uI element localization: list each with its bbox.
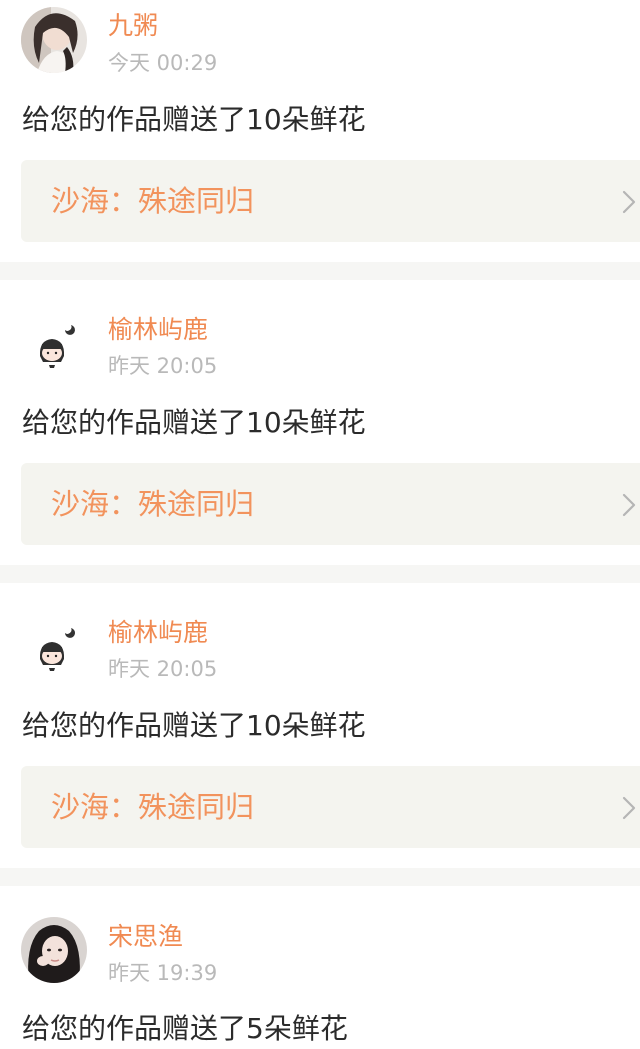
avatar[interactable]: [21, 615, 87, 681]
item-divider: [0, 262, 640, 280]
timestamp: 今天 00:29: [108, 51, 218, 75]
photo-avatar-icon: [21, 7, 87, 73]
username[interactable]: 榆林屿鹿: [108, 315, 208, 345]
chevron-right-icon: [622, 190, 636, 214]
timestamp: 昨天 20:05: [108, 657, 218, 681]
chevron-right-icon: [622, 796, 636, 820]
timestamp: 昨天 19:39: [108, 961, 218, 985]
avatar[interactable]: [21, 7, 87, 73]
work-link-card[interactable]: 沙海：殊途同归: [21, 766, 640, 848]
work-title: 沙海：殊途同归: [51, 487, 255, 521]
avatar[interactable]: [21, 917, 87, 983]
work-title: 沙海：殊途同归: [51, 790, 255, 824]
gift-message: 给您的作品赠送了10朵鲜花: [22, 709, 366, 742]
username[interactable]: 九粥: [108, 11, 158, 41]
work-link-card[interactable]: 沙海：殊途同归: [21, 160, 640, 242]
photo-avatar-icon: [21, 917, 87, 983]
avatar[interactable]: [21, 312, 87, 378]
gift-message: 给您的作品赠送了10朵鲜花: [22, 103, 366, 136]
item-divider: [0, 868, 640, 886]
gift-message: 给您的作品赠送了5朵鲜花: [22, 1012, 348, 1045]
cartoon-girl-icon: [21, 312, 87, 378]
gift-message: 给您的作品赠送了10朵鲜花: [22, 406, 366, 439]
chevron-right-icon: [622, 493, 636, 517]
work-title: 沙海：殊途同归: [51, 184, 255, 218]
cartoon-girl-icon: [21, 615, 87, 681]
timestamp: 昨天 20:05: [108, 354, 218, 378]
work-link-card[interactable]: 沙海：殊途同归: [21, 463, 640, 545]
item-divider: [0, 565, 640, 583]
username[interactable]: 榆林屿鹿: [108, 618, 208, 648]
username[interactable]: 宋思渔: [108, 922, 183, 952]
